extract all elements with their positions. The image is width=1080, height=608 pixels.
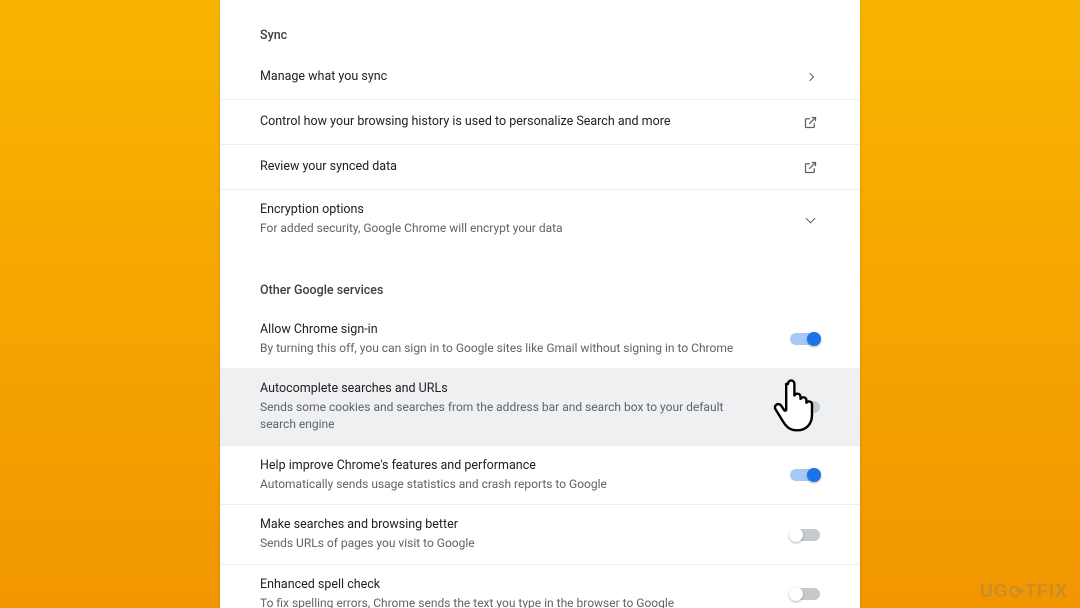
row-autocomplete: Autocomplete searches and URLs Sends som… [220, 369, 860, 445]
autocomplete-desc: Sends some cookies and searches from the… [260, 399, 762, 433]
spell-desc: To fix spelling errors, Chrome sends the… [260, 595, 762, 608]
row-allow-signin: Allow Chrome sign-in By turning this off… [220, 310, 860, 370]
allow-signin-title: Allow Chrome sign-in [260, 322, 762, 339]
chevron-down-icon [800, 209, 820, 229]
section-other-label: Other Google services [220, 283, 860, 298]
encryption-title: Encryption options [260, 202, 772, 219]
review-synced-title: Review your synced data [260, 159, 772, 176]
browsing-toggle[interactable] [790, 529, 820, 541]
settings-panel: Sync Manage what you sync Control how yo… [220, 0, 860, 608]
row-spell: Enhanced spell check To fix spelling err… [220, 565, 860, 608]
browsing-title: Make searches and browsing better [260, 517, 762, 534]
sync-group: Manage what you sync Control how your br… [220, 55, 860, 249]
row-browsing: Make searches and browsing better Sends … [220, 505, 860, 565]
allow-signin-toggle[interactable] [790, 333, 820, 345]
browsing-desc: Sends URLs of pages you visit to Google [260, 535, 762, 552]
row-encryption[interactable]: Encryption options For added security, G… [220, 190, 860, 249]
improve-toggle[interactable] [790, 469, 820, 481]
improve-desc: Automatically sends usage statistics and… [260, 476, 762, 493]
other-group: Allow Chrome sign-in By turning this off… [220, 310, 860, 608]
row-manage-sync[interactable]: Manage what you sync [220, 55, 860, 100]
chevron-right-icon [800, 67, 820, 87]
section-sync-label: Sync [220, 28, 860, 43]
control-history-title: Control how your browsing history is use… [260, 114, 772, 131]
autocomplete-toggle[interactable] [790, 401, 820, 413]
encryption-desc: For added security, Google Chrome will e… [260, 220, 772, 237]
improve-title: Help improve Chrome's features and perfo… [260, 458, 762, 475]
row-control-history[interactable]: Control how your browsing history is use… [220, 100, 860, 145]
open-in-new-icon [800, 157, 820, 177]
row-improve: Help improve Chrome's features and perfo… [220, 446, 860, 506]
spell-title: Enhanced spell check [260, 577, 762, 594]
allow-signin-desc: By turning this off, you can sign in to … [260, 340, 762, 357]
open-in-new-icon [800, 112, 820, 132]
watermark: UG⟳TFIX [980, 581, 1068, 602]
autocomplete-title: Autocomplete searches and URLs [260, 381, 762, 398]
row-review-synced[interactable]: Review your synced data [220, 145, 860, 190]
manage-sync-title: Manage what you sync [260, 69, 772, 86]
spell-toggle[interactable] [790, 588, 820, 600]
